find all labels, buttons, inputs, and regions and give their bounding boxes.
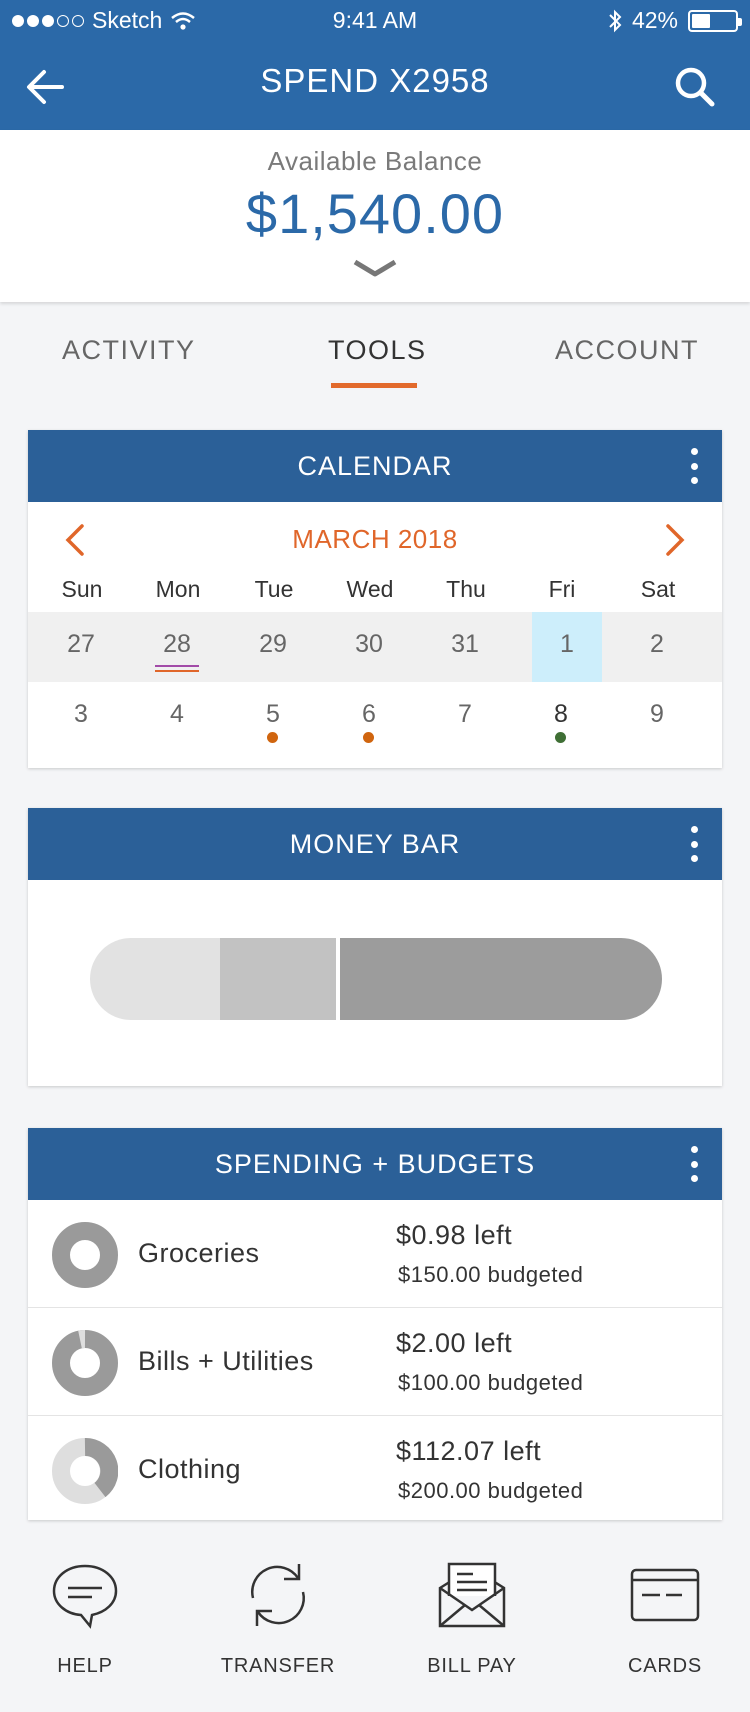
tab-tools[interactable]: TOOLS — [328, 335, 427, 366]
budget-name: Groceries — [138, 1238, 260, 1268]
calendar-day[interactable]: 8 — [526, 682, 596, 752]
calendar-day[interactable]: 30 — [334, 612, 404, 682]
budgets-card: SPENDING + BUDGETS Groceries $0.98 left … — [28, 1128, 722, 1520]
event-dot — [555, 732, 566, 743]
budget-left: $0.98 left — [396, 1220, 513, 1250]
calendar-day-today[interactable]: 1 — [532, 612, 602, 682]
balance-label: Available Balance — [267, 146, 483, 176]
calendar-day-number: 28 — [163, 630, 191, 658]
status-bar: Sketch 9:41 AM 42% — [0, 0, 750, 40]
calendar-day[interactable]: 7 — [430, 682, 500, 752]
tab-bar: ACTIVITY TOOLS ACCOUNT — [0, 335, 750, 395]
budget-row[interactable]: Bills + Utilities $2.00 left $100.00 bud… — [28, 1308, 722, 1416]
calendar-month: MARCH 2018 — [292, 524, 458, 554]
budget-donut-icon — [52, 1438, 118, 1504]
budget-amount: $100.00 budgeted — [398, 1370, 584, 1395]
calendar-header: CALENDAR — [28, 430, 722, 502]
budget-name: Bills + Utilities — [138, 1346, 314, 1376]
money-bar-body — [28, 880, 722, 1086]
money-bar-segment — [220, 938, 340, 1020]
search-icon[interactable] — [670, 62, 720, 112]
budgets-title: SPENDING + BUDGETS — [214, 1149, 536, 1179]
active-tab-indicator — [331, 383, 417, 388]
calendar-week: 27 28 29 30 31 1 2 — [28, 612, 722, 682]
weekday-label: Mon — [155, 576, 201, 602]
nav-bill-pay[interactable]: BILL PAY — [397, 1540, 547, 1690]
budget-name: Clothing — [138, 1454, 242, 1484]
money-bar-segment — [90, 938, 220, 1020]
page-title: SPEND X2958 — [260, 62, 490, 99]
nav-help[interactable]: HELP — [10, 1540, 160, 1690]
weekday-label: Fri — [548, 576, 576, 602]
calendar-day[interactable]: 28 — [142, 612, 212, 682]
calendar-title: CALENDAR — [297, 451, 453, 481]
money-bar[interactable] — [90, 938, 662, 1020]
calendar-day[interactable]: 3 — [46, 682, 116, 752]
calendar-day[interactable]: 31 — [430, 612, 500, 682]
weekday-row: Sun Mon Tue Wed Thu Fri Sat — [28, 576, 722, 612]
weekday-label: Thu — [446, 576, 486, 602]
chevron-down-icon[interactable] — [353, 258, 397, 280]
budget-left: $112.07 left — [396, 1436, 542, 1466]
transfer-arrows-icon — [251, 1564, 305, 1626]
event-dot — [267, 732, 278, 743]
app-header: Sketch 9:41 AM 42% SPEND X2958 — [0, 0, 750, 130]
budget-row[interactable]: Groceries $0.98 left $150.00 budgeted — [28, 1200, 722, 1308]
credit-card-icon — [630, 1568, 700, 1622]
weekday-label: Sun — [61, 576, 103, 602]
event-dot — [363, 732, 374, 743]
nav-label: BILL PAY — [427, 1655, 517, 1677]
budget-amount: $200.00 budgeted — [398, 1478, 584, 1503]
calendar-day[interactable]: 27 — [46, 612, 116, 682]
weekday-label: Tue — [254, 576, 294, 602]
nav-label: HELP — [57, 1655, 113, 1677]
status-right-group: 42% — [608, 7, 742, 34]
money-bar-segment — [340, 938, 662, 1020]
budget-donut-icon — [52, 1330, 118, 1396]
calendar-card: CALENDAR MARCH 2018 Sun Mon Tue Wed Thu … — [28, 430, 722, 768]
more-options-icon[interactable] — [688, 826, 700, 862]
nav-transfer[interactable]: TRANSFER — [203, 1540, 353, 1690]
calendar-week: 3 4 5 6 7 8 9 — [28, 682, 722, 752]
weekday-label: Wed — [346, 576, 394, 602]
budget-donut-icon — [52, 1222, 118, 1288]
money-bar-header: MONEY BAR — [28, 808, 722, 880]
bottom-nav: HELP TRANSFER BILL PAY CARDS — [0, 1540, 750, 1712]
calendar-day[interactable]: 2 — [622, 612, 692, 682]
budget-left: $2.00 left — [396, 1328, 513, 1358]
calendar-day-number: 6 — [362, 700, 376, 728]
more-options-icon[interactable] — [688, 448, 700, 484]
nav-cards[interactable]: CARDS — [590, 1540, 740, 1690]
balance-amount: $1,540.00 — [245, 182, 505, 245]
calendar-day[interactable]: 5 — [238, 682, 308, 752]
budgets-header: SPENDING + BUDGETS — [28, 1128, 722, 1200]
tab-activity[interactable]: ACTIVITY — [62, 335, 196, 366]
chevron-right-icon[interactable] — [660, 522, 690, 558]
money-bar-title: MONEY BAR — [289, 829, 461, 859]
weekday-label: Sat — [640, 576, 676, 602]
calendar-day[interactable]: 6 — [334, 682, 404, 752]
envelope-icon — [438, 1562, 506, 1628]
tab-account[interactable]: ACCOUNT — [555, 335, 699, 366]
due-date-marker — [155, 665, 199, 672]
calendar-day[interactable]: 9 — [622, 682, 692, 752]
calendar-day-number: 8 — [554, 700, 568, 728]
calendar-day[interactable]: 4 — [142, 682, 212, 752]
balance-panel: Available Balance $1,540.00 — [0, 130, 750, 302]
more-options-icon[interactable] — [688, 1146, 700, 1182]
calendar-day-number: 5 — [266, 700, 280, 728]
battery-icon — [688, 9, 742, 32]
money-bar-card: MONEY BAR — [28, 808, 722, 1086]
chat-bubble-icon — [52, 1564, 118, 1629]
budget-row[interactable]: Clothing $112.07 left $200.00 budgeted — [28, 1416, 722, 1524]
budget-amount: $150.00 budgeted — [398, 1262, 584, 1287]
calendar-nav: MARCH 2018 — [28, 502, 722, 576]
calendar-day[interactable]: 29 — [238, 612, 308, 682]
bluetooth-icon — [609, 9, 622, 32]
battery-percent: 42% — [631, 7, 678, 33]
nav-label: CARDS — [627, 1655, 702, 1677]
nav-label: TRANSFER — [220, 1655, 336, 1677]
